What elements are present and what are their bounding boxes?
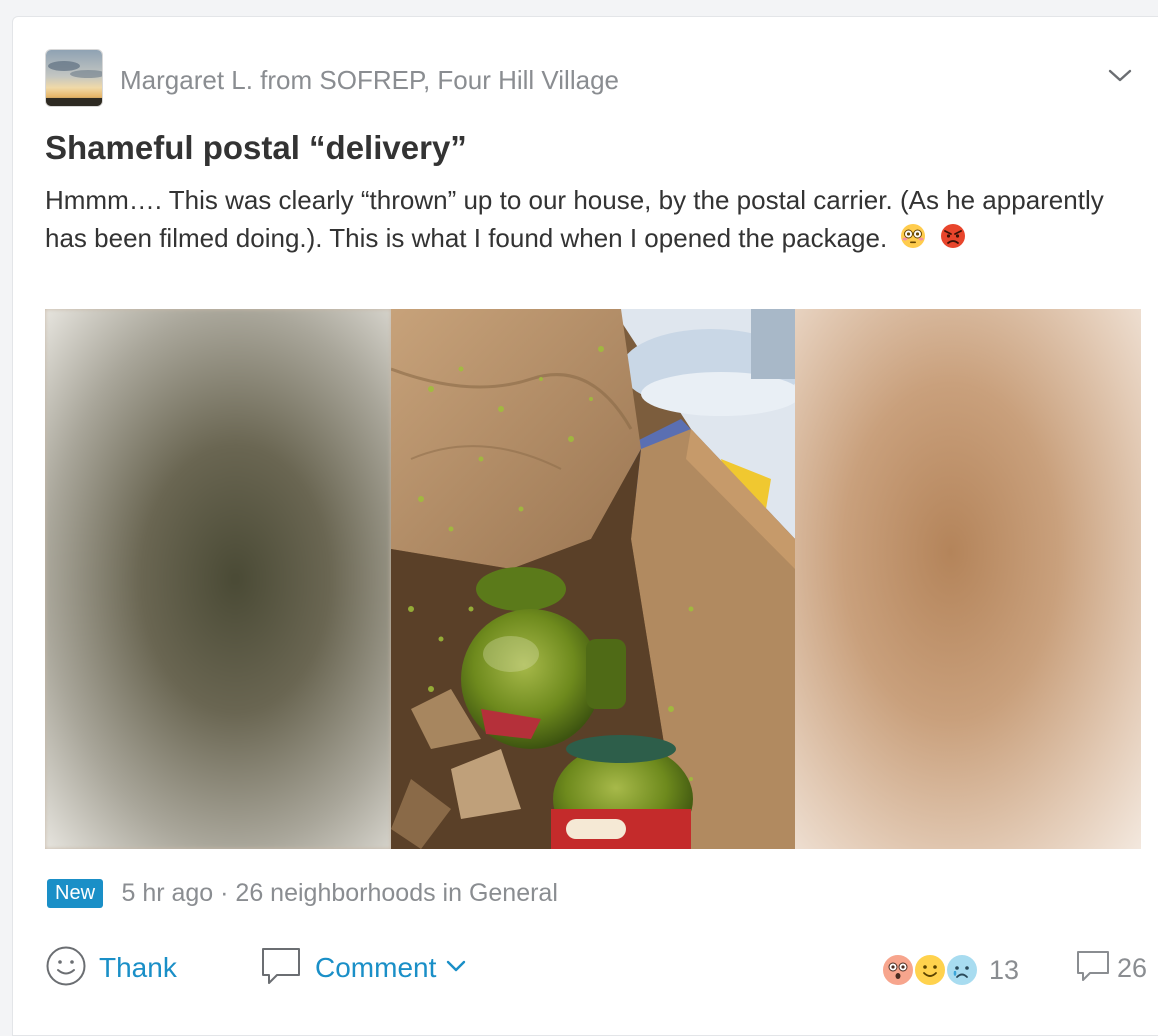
comment-bubble-icon	[259, 945, 303, 992]
author-name[interactable]: Margaret L. from SOFREP, Four Hill Villa…	[120, 65, 619, 96]
smile-outline-icon	[45, 945, 87, 992]
comment-count: 26	[1117, 953, 1148, 983]
post-meta: New 5 hr ago · 26 neighborhoods in Gener…	[47, 879, 558, 911]
comment-button[interactable]: Comment	[259, 945, 468, 991]
thank-button[interactable]: Thank	[45, 945, 177, 991]
flushed-face-icon	[900, 221, 926, 259]
post-body: Hmmm…. This was clearly “thrown” up to o…	[45, 181, 1105, 259]
comment-count-button[interactable]: 26	[1075, 949, 1147, 988]
chevron-down-icon[interactable]	[444, 954, 468, 983]
post-header: Margaret L. from SOFREP, Four Hill Villa…	[45, 49, 1145, 107]
sad-face-icon	[945, 953, 979, 987]
thank-label: Thank	[99, 952, 177, 983]
angry-face-icon	[940, 221, 966, 259]
reaction-count: 13	[989, 954, 1020, 985]
comment-bubble-icon	[1075, 949, 1111, 988]
post-meta-text[interactable]: 5 hr ago · 26 neighborhoods in General	[121, 879, 557, 908]
new-badge: New	[47, 879, 104, 908]
post-image[interactable]	[45, 309, 1141, 849]
smile-face-icon	[913, 953, 947, 987]
chevron-down-icon[interactable]	[1105, 61, 1135, 91]
image-blur-left	[45, 309, 391, 849]
post-actions: Thank Comment 13 26	[45, 945, 1147, 991]
post-card: Margaret L. from SOFREP, Four Hill Villa…	[12, 16, 1158, 1036]
reactions-summary[interactable]: 13	[881, 953, 1020, 987]
avatar[interactable]	[45, 49, 103, 107]
photo-broken-jars	[391, 309, 795, 849]
image-blur-right	[795, 309, 1141, 849]
comment-label: Comment	[315, 952, 437, 983]
shocked-face-icon	[881, 953, 915, 987]
post-title[interactable]: Shameful postal “delivery”	[45, 129, 467, 167]
